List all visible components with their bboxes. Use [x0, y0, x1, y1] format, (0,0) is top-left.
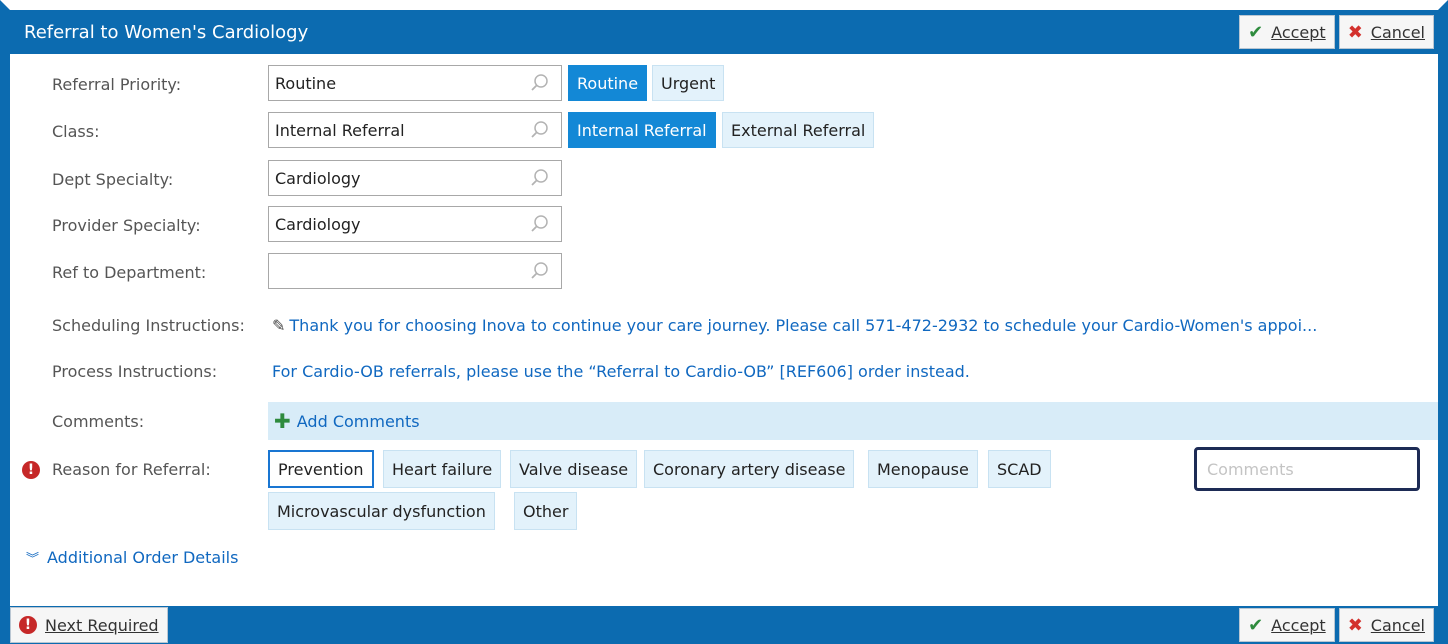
search-icon[interactable] — [529, 213, 551, 235]
row-comments: Comments: ✚ Add Comments — [10, 402, 1438, 440]
search-icon[interactable] — [529, 119, 551, 141]
title-bar: Referral to Women's Cardiology ✔ Accept … — [10, 10, 1438, 54]
form-content: Referral Priority: Routine Routine Urgen… — [10, 54, 1438, 606]
search-icon[interactable] — [529, 167, 551, 189]
priority-option-urgent[interactable]: Urgent — [652, 65, 725, 101]
class-input[interactable]: Internal Referral — [268, 112, 562, 148]
scheduling-instructions-link[interactable]: ✎ Thank you for choosing Inova to continu… — [272, 316, 1317, 335]
search-icon[interactable] — [529, 260, 551, 282]
dept-specialty-label: Dept Specialty: — [52, 170, 174, 189]
process-label: Process Instructions: — [52, 362, 218, 381]
reason-comments-input[interactable] — [1194, 447, 1420, 491]
priority-option-routine[interactable]: Routine — [568, 65, 648, 101]
dept-specialty-input[interactable]: Cardiology — [268, 160, 562, 196]
cancel-button[interactable]: ✖ Cancel — [1338, 15, 1434, 49]
reason-option-menopause[interactable]: Menopause — [868, 450, 978, 488]
additional-order-details-link[interactable]: ︾ Additional Order Details — [26, 548, 238, 567]
pencil-icon: ✎ — [272, 316, 286, 335]
row-process: Process Instructions: For Cardio-OB refe… — [10, 354, 1438, 384]
priority-label: Referral Priority: — [52, 75, 182, 94]
row-class: Class: Internal Referral Internal Referr… — [10, 112, 1438, 150]
reason-option-microvascular-dysfunction[interactable]: Microvascular dysfunction — [268, 492, 495, 530]
cancel-button-footer[interactable]: ✖ Cancel — [1338, 608, 1434, 642]
order-window: Referral to Women's Cardiology ✔ Accept … — [0, 0, 1448, 644]
row-reason: ! Reason for Referral: Prevention Heart … — [10, 447, 1438, 540]
process-instructions-text: For Cardio-OB referrals, please use the … — [272, 362, 970, 381]
window-title: Referral to Women's Cardiology — [24, 21, 309, 43]
close-icon: ✖ — [1347, 21, 1363, 43]
next-required-button[interactable]: ! Next Required — [10, 607, 168, 643]
priority-input[interactable]: Routine — [268, 65, 562, 101]
provider-specialty-label: Provider Specialty: — [52, 216, 201, 235]
checkmark-icon: ✔ — [1248, 614, 1264, 636]
reason-option-coronary-artery-disease[interactable]: Coronary artery disease — [644, 450, 855, 488]
ref-department-label: Ref to Department: — [52, 263, 207, 282]
reason-option-valve-disease[interactable]: Valve disease — [510, 450, 638, 488]
class-option-internal[interactable]: Internal Referral — [568, 112, 716, 148]
reason-option-scad[interactable]: SCAD — [988, 450, 1051, 488]
provider-specialty-input[interactable]: Cardiology — [268, 206, 562, 242]
double-chevron-down-icon: ︾ — [26, 552, 40, 567]
reason-label: Reason for Referral: — [52, 460, 211, 479]
row-scheduling: Scheduling Instructions: ✎ Thank you for … — [10, 308, 1438, 338]
reason-option-other[interactable]: Other — [514, 492, 578, 530]
close-icon: ✖ — [1347, 614, 1363, 636]
row-ref-department: Ref to Department: — [10, 253, 1438, 291]
required-icon: ! — [22, 461, 40, 479]
class-option-external[interactable]: External Referral — [722, 112, 875, 148]
checkmark-icon: ✔ — [1248, 21, 1264, 43]
accept-button-footer[interactable]: ✔ Accept — [1239, 608, 1335, 642]
required-icon: ! — [19, 616, 37, 634]
search-icon[interactable] — [529, 72, 551, 94]
header-actions: ✔ Accept ✖ Cancel — [1239, 15, 1434, 49]
reason-option-heart-failure[interactable]: Heart failure — [383, 450, 502, 488]
scheduling-label: Scheduling Instructions: — [52, 316, 245, 335]
footer-bar: ! Next Required ✔ Accept ✖ Cancel — [10, 606, 1438, 644]
add-comments-button[interactable]: ✚ Add Comments — [268, 402, 1438, 440]
accept-button[interactable]: ✔ Accept — [1239, 15, 1335, 49]
comments-label: Comments: — [52, 412, 145, 431]
row-provider-specialty: Provider Specialty: Cardiology — [10, 206, 1438, 244]
footer-actions: ✔ Accept ✖ Cancel — [1239, 608, 1434, 642]
row-priority: Referral Priority: Routine Routine Urgen… — [10, 65, 1438, 103]
reason-option-prevention[interactable]: Prevention — [268, 450, 374, 488]
plus-icon: ✚ — [274, 409, 291, 433]
row-dept-specialty: Dept Specialty: Cardiology — [10, 160, 1438, 198]
ref-department-input[interactable] — [268, 253, 562, 289]
class-label: Class: — [52, 122, 100, 141]
